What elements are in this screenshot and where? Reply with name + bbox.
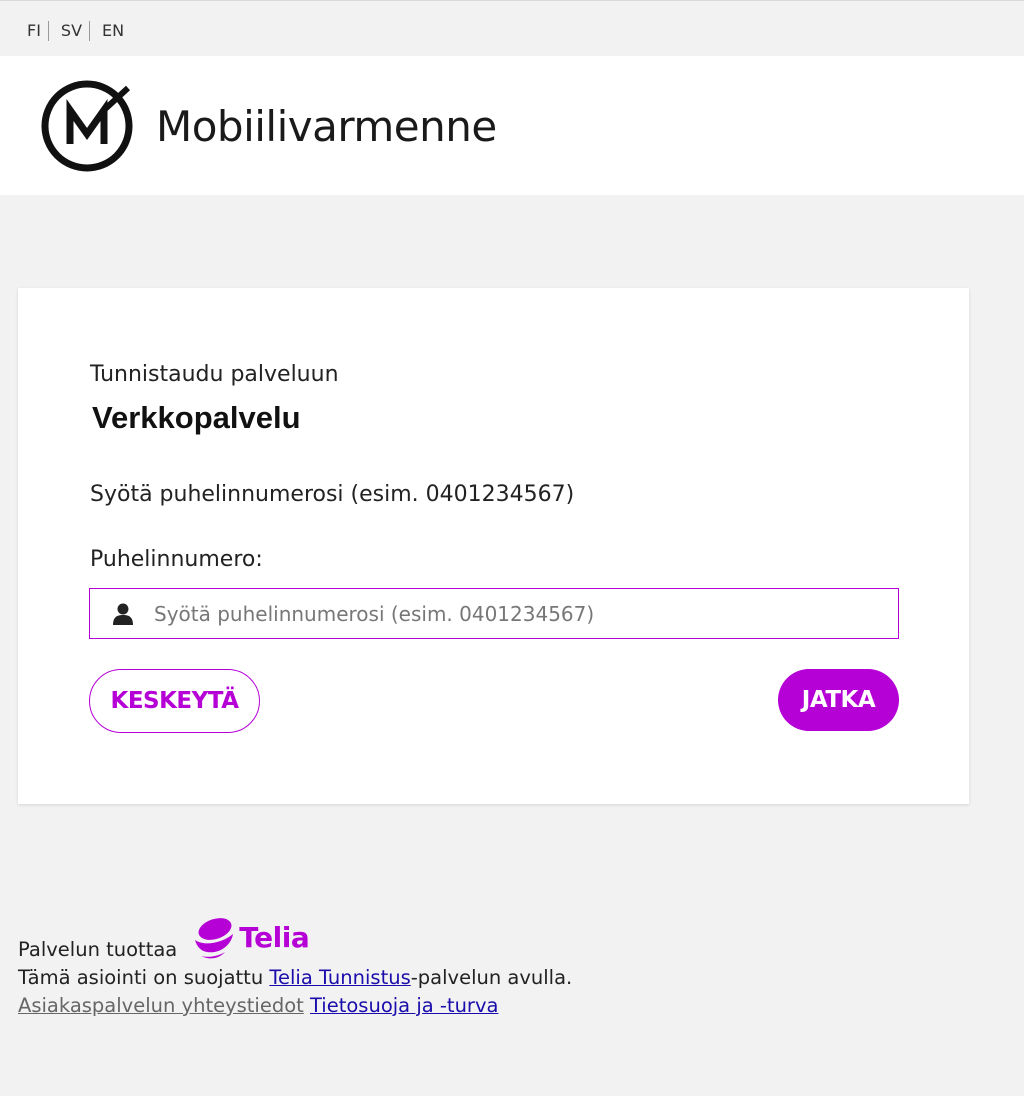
phone-field-label: Puhelinnumero: [90,547,263,572]
card-subtitle: Tunnistaudu palveluun [90,362,339,387]
footer-links: Asiakaspalvelun yhteystiedot Tietosuoja … [18,992,572,1020]
protected-prefix: Tämä asiointi on suojattu [18,966,270,989]
phone-input[interactable] [152,600,876,627]
header: Mobiilivarmenne [0,56,1024,195]
service-name: Verkkopalvelu [92,400,301,435]
phone-input-wrapper[interactable] [89,588,899,639]
cancel-button[interactable]: KESKEYTÄ [89,669,260,733]
instruction-text: Syötä puhelinnumerosi (esim. 0401234567) [90,482,575,507]
mobiilivarmenne-logo-icon [41,80,133,172]
language-fi[interactable]: FI [20,21,48,41]
brand-logo: Mobiilivarmenne [40,78,497,174]
protected-suffix: -palvelun avulla. [410,966,573,989]
telia-logo: Telia [191,916,310,960]
language-en[interactable]: EN [89,21,131,41]
language-selector: FI SV EN [20,21,131,41]
telia-tunnistus-link[interactable]: Telia Tunnistus [269,966,410,989]
provided-by-text: Palvelun tuottaa [18,938,178,961]
user-icon [112,602,134,626]
protected-notice: Tämä asiointi on suojattu Telia Tunnistu… [18,964,572,992]
provider-row: Palvelun tuottaa Telia [18,910,572,964]
customer-service-link[interactable]: Asiakaspalvelun yhteystiedot [18,994,304,1017]
footer: Palvelun tuottaa Telia Tämä asiointi on … [18,910,572,1020]
login-card: Tunnistaudu palveluun Verkkopalvelu Syöt… [18,288,969,804]
language-sv[interactable]: SV [47,21,89,41]
telia-logo-text: Telia [239,921,310,954]
brand-name: Mobiilivarmenne [156,101,497,151]
telia-pebble-icon [195,918,234,959]
continue-button[interactable]: JATKA [778,669,899,731]
privacy-link[interactable]: Tietosuoja ja -turva [310,994,498,1017]
language-bar: FI SV EN [0,0,1024,56]
